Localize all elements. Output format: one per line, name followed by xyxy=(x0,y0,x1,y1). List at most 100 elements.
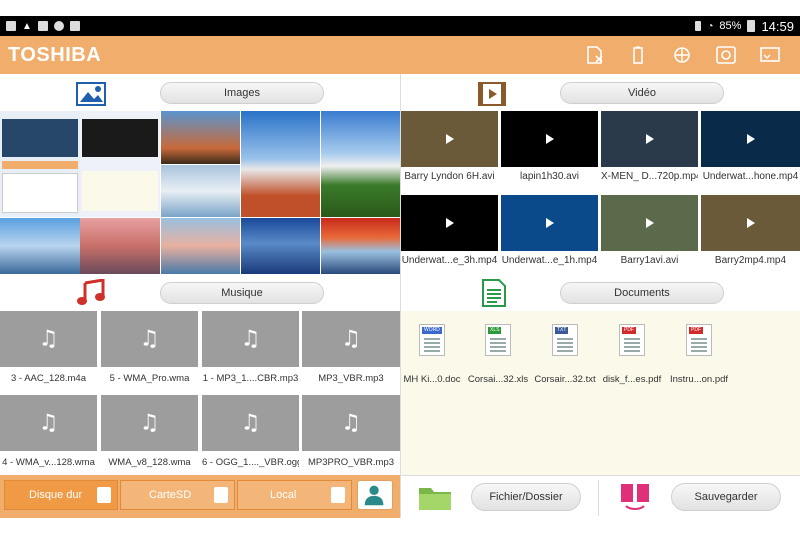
settings-icon[interactable] xyxy=(716,46,736,64)
status-bar: ▲ ◔ 85% 14:59 xyxy=(0,16,800,36)
music-name: WMA_v8_128.wma xyxy=(108,457,191,468)
video-name: Underwat...e_3h.mp4 xyxy=(401,255,498,266)
video-item[interactable]: X-MEN_ D...720p.mp4 xyxy=(601,111,698,191)
play-icon xyxy=(746,134,755,144)
image-thumbnail[interactable] xyxy=(0,218,80,274)
music-button[interactable]: Musique xyxy=(160,282,324,304)
image-thumbnail[interactable] xyxy=(241,218,320,274)
play-icon xyxy=(545,218,554,228)
cast-icon[interactable] xyxy=(760,46,780,64)
music-name: 3 - AAC_128.m4a xyxy=(11,373,86,384)
music-note-icon: ♫ xyxy=(139,410,160,436)
document-item[interactable]: WORD MH Ki...0.doc xyxy=(397,324,467,388)
storage-tabs: Disque dur CarteSD Local xyxy=(0,475,400,518)
user-button[interactable] xyxy=(357,480,393,510)
music-note-icon: ♫ xyxy=(341,326,361,352)
hard-disk-icon xyxy=(97,487,111,503)
music-item[interactable]: ♫ WMA_v8_128.wma xyxy=(101,395,198,473)
sauvegarder-button[interactable]: Sauvegarder xyxy=(671,483,781,511)
image-thumbnail[interactable] xyxy=(241,111,320,217)
play-icon xyxy=(445,134,454,144)
video-name: Underwat...e_1h.mp4 xyxy=(501,255,598,266)
documents-category-icon[interactable] xyxy=(478,279,510,307)
video-item[interactable]: lapin1h30.avi xyxy=(501,111,598,191)
battery-percent: 85% xyxy=(719,20,742,32)
music-item[interactable]: ♫ 1 - MP3_1....CBR.mp3 xyxy=(202,311,299,389)
user-icon xyxy=(364,485,384,506)
video-name: Underwat...hone.mp4 xyxy=(702,171,799,182)
video-name: Barry2mp4.mp4 xyxy=(714,255,787,266)
center-divider xyxy=(400,74,401,518)
document-item[interactable]: PDF Instru...on.pdf xyxy=(664,324,734,388)
music-item[interactable]: ♫ 4 - WMA_v...128.wma xyxy=(0,395,97,473)
pdf-document-icon: PDF xyxy=(619,324,645,356)
document-item[interactable]: TXT Corsair...32.txt xyxy=(530,324,600,388)
mail-icon xyxy=(37,21,48,31)
document-name: Instru...on.pdf xyxy=(669,374,729,385)
video-item[interactable]: Barry Lyndon 6H.avi xyxy=(401,111,498,191)
video-button[interactable]: Vidéo xyxy=(560,82,724,104)
pdf-document-icon: PDF xyxy=(686,324,712,356)
tab-cartesd[interactable]: CarteSD xyxy=(120,480,235,510)
music-note-icon: ♫ xyxy=(240,410,261,436)
play-icon xyxy=(445,218,454,228)
excel-document-icon: XLS xyxy=(485,324,511,356)
music-name: MP3_VBR.mp3 xyxy=(318,373,384,384)
music-note-icon: ♫ xyxy=(240,326,261,352)
phone-icon xyxy=(331,487,345,503)
video-category-icon[interactable] xyxy=(477,80,509,108)
video-item[interactable]: Barry1avi.avi xyxy=(601,195,698,275)
backup-icon[interactable] xyxy=(618,482,654,512)
image-thumbnail[interactable] xyxy=(80,218,160,274)
images-category-icon[interactable] xyxy=(76,80,108,108)
battery-status-icon[interactable] xyxy=(628,46,648,64)
video-item[interactable]: Underwat...e_1h.mp4 xyxy=(501,195,598,275)
play-icon xyxy=(645,134,654,144)
video-name: Barry1avi.avi xyxy=(620,255,679,266)
image-thumbnail[interactable] xyxy=(321,111,400,217)
music-item[interactable]: ♫ 6 - OGG_1...._VBR.ogg xyxy=(202,395,299,473)
image-icon xyxy=(6,21,16,31)
image-thumbnail[interactable] xyxy=(321,218,400,274)
image-thumbnail[interactable] xyxy=(161,218,240,274)
play-icon xyxy=(545,134,554,144)
action-bar: Fichier/Dossier Sauvegarder xyxy=(401,475,800,518)
wireless-icon[interactable] xyxy=(672,46,692,64)
video-item[interactable]: Underwat...e_3h.mp4 xyxy=(401,195,498,275)
download-icon xyxy=(53,21,64,31)
sd-card-icon xyxy=(214,487,228,503)
clock: 14:59 xyxy=(761,18,794,34)
folder-icon[interactable] xyxy=(417,482,453,512)
sim-icon xyxy=(695,21,702,31)
document-item[interactable]: XLS Corsai...32.xls xyxy=(463,324,533,388)
music-item[interactable]: ♫ MP3PRO_VBR.mp3 xyxy=(302,395,400,473)
sd-card-off-icon[interactable] xyxy=(584,46,604,64)
music-category-icon[interactable] xyxy=(76,279,108,307)
fichier-dossier-button[interactable]: Fichier/Dossier xyxy=(471,483,581,511)
video-name: Barry Lyndon 6H.avi xyxy=(404,171,495,182)
music-item[interactable]: ♫ 5 - WMA_Pro.wma xyxy=(101,311,198,389)
image-thumbnail[interactable] xyxy=(161,111,240,164)
app-bar: TOSHIBA xyxy=(0,36,800,74)
music-item[interactable]: ♫ MP3_VBR.mp3 xyxy=(302,311,400,389)
document-item[interactable]: PDF disk_f...es.pdf xyxy=(597,324,667,388)
music-name: 1 - MP3_1....CBR.mp3 xyxy=(202,373,299,384)
tab-disque-dur[interactable]: Disque dur xyxy=(4,480,118,510)
image-thumbnail[interactable] xyxy=(0,111,80,217)
images-button[interactable]: Images xyxy=(160,82,324,104)
image-thumbnail[interactable] xyxy=(161,165,240,217)
music-item[interactable]: ♫ 3 - AAC_128.m4a xyxy=(0,311,97,389)
video-item[interactable]: Underwat...hone.mp4 xyxy=(701,111,800,191)
play-icon xyxy=(746,218,755,228)
music-name: 4 - WMA_v...128.wma xyxy=(2,457,95,468)
tab-local[interactable]: Local xyxy=(237,480,352,510)
music-name: MP3PRO_VBR.mp3 xyxy=(307,457,395,468)
image-thumbnail[interactable] xyxy=(80,111,160,217)
wifi-icon: ◔ xyxy=(707,20,714,32)
music-name: 5 - WMA_Pro.wma xyxy=(109,373,190,384)
toshiba-logo: TOSHIBA xyxy=(8,43,102,66)
tab-label: Disque dur xyxy=(29,489,83,501)
documents-button[interactable]: Documents xyxy=(560,282,724,304)
battery-icon xyxy=(747,20,756,32)
video-item[interactable]: Barry2mp4.mp4 xyxy=(701,195,800,275)
